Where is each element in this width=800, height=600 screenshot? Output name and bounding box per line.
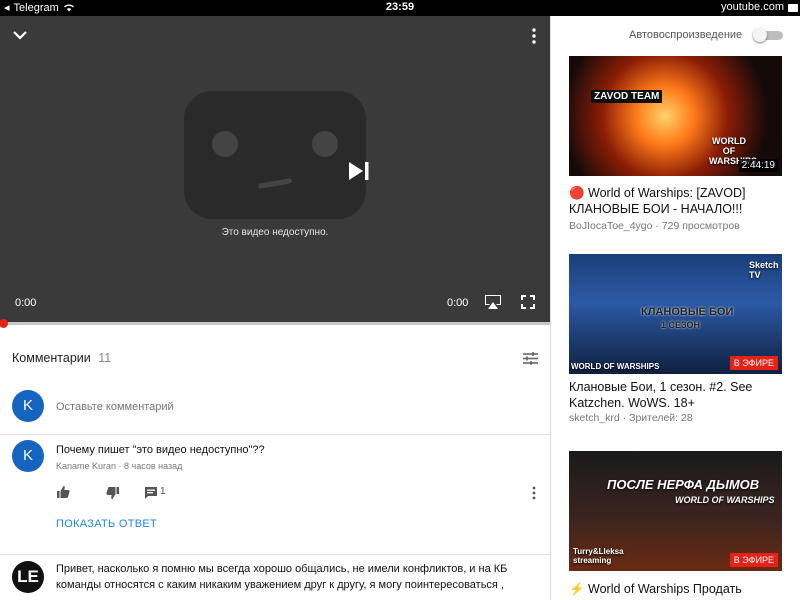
status-bar: ◂ Telegram 23:59 youtube.com <box>0 0 800 16</box>
autoplay-toggle[interactable] <box>753 28 783 42</box>
thumb-text: Sketch TV <box>749 260 779 280</box>
thumb-text: ПОСЛЕ НЕРФА ДЫМОВ <box>607 477 760 492</box>
add-comment-input[interactable]: Оставьте комментарий <box>56 401 174 413</box>
thumb-text: КЛАНОВЫЕ БОИ <box>641 306 734 318</box>
comments-count: 11 <box>98 351 112 365</box>
battery-icon <box>788 4 798 12</box>
thumb-text: WORLD OF WARSHIPS <box>571 362 660 371</box>
my-avatar: K <box>12 390 44 422</box>
progress-bar[interactable] <box>0 319 550 328</box>
icon-eye-right <box>312 131 338 157</box>
autoplay-label: Автовоспроизведение <box>629 29 743 41</box>
video-title[interactable]: 🔴 World of Warships: [ZAVOD] КЛАНОВЫЕ БО… <box>569 185 784 217</box>
video-meta: sketch_krd · Зрителей: 28 <box>569 412 693 424</box>
toggle-knob <box>753 28 767 42</box>
video-player[interactable]: Это видео недоступно. 0:00 0:00 <box>0 16 550 322</box>
unavailable-video-icon <box>184 91 366 219</box>
current-time: 0:00 <box>15 297 37 309</box>
thumb-text: Turry&Lleksa streaming <box>573 547 624 565</box>
video-thumbnail[interactable]: ZAVOD TEAM WORLD OF WARSHIPS 2:44:19 <box>569 56 782 176</box>
sort-filter-icon[interactable] <box>522 351 539 366</box>
icon-eye-left <box>212 131 238 157</box>
video-thumbnail[interactable]: ПОСЛЕ НЕРФА ДЫМОВ WORLD OF WARSHIPS Turr… <box>569 451 782 571</box>
next-video-icon[interactable] <box>347 160 371 182</box>
thumb-text: 1 СЕЗОН <box>661 320 701 330</box>
like-icon[interactable] <box>56 485 70 499</box>
live-badge: В ЭФИРЕ <box>729 553 778 567</box>
fullscreen-icon[interactable] <box>521 295 535 309</box>
thumb-text: ZAVOD TEAM <box>591 90 663 103</box>
watch-main: Это видео недоступно. 0:00 0:00 Коммента… <box>0 16 550 600</box>
video-meta: BoJIocaToe_4ygo · 729 просмотров <box>569 220 740 232</box>
comment-more-icon[interactable] <box>531 486 537 500</box>
dislike-icon[interactable] <box>106 486 120 500</box>
site-label: youtube.com <box>721 1 784 13</box>
video-thumbnail[interactable]: Sketch TV КЛАНОВЫЕ БОИ 1 СЕЗОН WORLD OF … <box>569 254 782 374</box>
unavailable-message: Это видео недоступно. <box>221 227 329 238</box>
airplay-icon[interactable] <box>484 294 502 310</box>
live-badge: В ЭФИРЕ <box>729 356 778 370</box>
progress-scrubber[interactable] <box>0 319 8 328</box>
video-title[interactable]: ⚡ World of Warships Продать <box>569 581 784 597</box>
divider <box>0 554 550 555</box>
chevron-down-icon[interactable] <box>11 26 29 44</box>
divider <box>0 434 550 435</box>
reply-icon[interactable] <box>144 486 158 500</box>
video-title[interactable]: Клановые Бои, 1 сезон. #2. See Katzchen.… <box>569 379 784 411</box>
comments-header: Комментарии 11 <box>12 351 111 365</box>
show-reply-button[interactable]: ПОКАЗАТЬ ОТВЕТ <box>56 518 157 530</box>
comment-text: Почему пишет "это видео недоступно"?? <box>56 444 265 456</box>
duration: 0:00 <box>447 297 469 309</box>
up-next-sidebar: Автовоспроизведение ZAVOD TEAM WORLD OF … <box>550 16 800 600</box>
reply-count: 1 <box>160 486 166 497</box>
comment-avatar[interactable]: K <box>12 440 44 472</box>
comment-avatar[interactable]: LE <box>12 561 44 593</box>
clock: 23:59 <box>385 1 415 13</box>
comment-meta: Kaname Kuran · 8 часов назад <box>56 461 183 471</box>
more-vert-icon[interactable] <box>527 27 541 45</box>
comments-title: Комментарии <box>12 351 91 365</box>
icon-mouth <box>257 178 293 189</box>
thumb-text: WORLD OF WARSHIPS <box>675 495 775 505</box>
duration-badge: 2:44:19 <box>738 159 778 172</box>
comment-text: Привет, насколько я помню мы всегда хоро… <box>56 563 508 591</box>
